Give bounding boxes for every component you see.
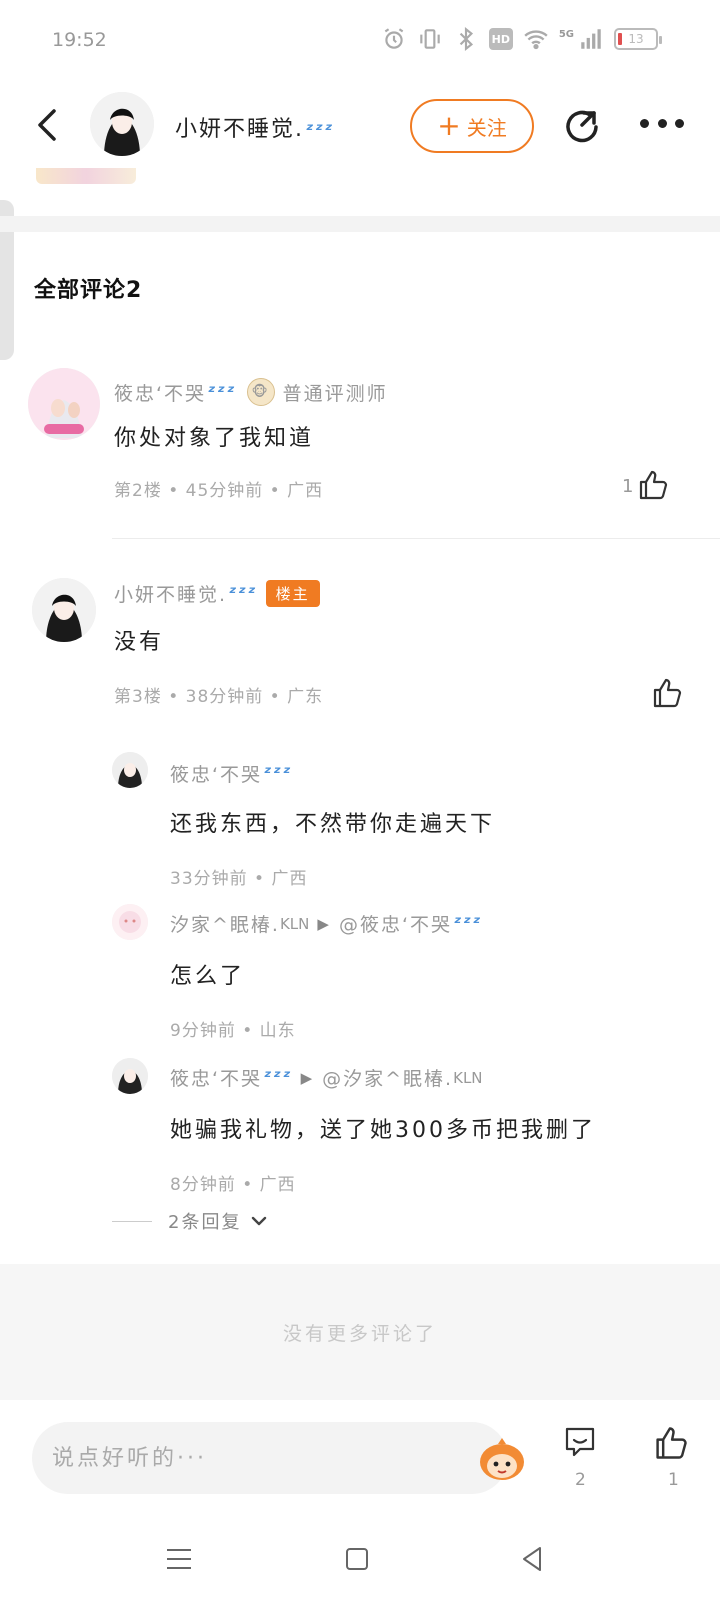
op-badge: 楼主 — [265, 580, 320, 607]
comment-input-bar: 2 1 — [0, 1400, 720, 1520]
thumbs-up-icon[interactable] — [636, 468, 670, 502]
back-arrow-icon[interactable] — [30, 105, 66, 145]
follow-button[interactable]: + 关注 — [410, 99, 534, 153]
reply-author[interactable]: 筱忠‘不哭 ᶻᶻᶻ ▶ @汐家^眠椿. KLN — [170, 1064, 483, 1091]
thumbs-up-icon[interactable] — [652, 1424, 690, 1462]
sleep-zzz-icon: ᶻᶻᶻ — [264, 1067, 293, 1088]
reply-target[interactable]: @筱忠‘不哭 — [339, 910, 452, 937]
comment-count: 2 — [575, 1470, 586, 1490]
status-icons: HD 5G 13 — [381, 26, 662, 52]
reply-avatar[interactable] — [112, 1058, 148, 1094]
hd-icon: HD — [488, 28, 513, 50]
reply-author[interactable]: 汐家^眠椿. KLN ▶ @筱忠‘不哭 ᶻᶻᶻ — [170, 910, 483, 937]
reply-avatar[interactable] — [112, 752, 148, 788]
emoji-mascot-icon[interactable] — [476, 1436, 528, 1482]
reply-meta: 33分钟前 • 广西 — [170, 869, 308, 889]
sleep-zzz-icon: ᶻᶻᶻ — [208, 381, 237, 403]
comment-text: 你处对象了我知道 — [114, 426, 315, 451]
reply-meta: 8分钟前 • 广西 — [170, 1175, 296, 1195]
battery-level: 13 — [628, 32, 644, 46]
status-bar: 19:52 HD 5G 13 — [0, 0, 720, 80]
network-type: 5G — [558, 28, 574, 40]
reply-text: 怎么了 — [170, 964, 246, 989]
reply-arrow-icon: ▶ — [317, 914, 331, 933]
reply-text: 还我东西，不然带你走遍天下 — [170, 812, 496, 837]
reply-avatar[interactable] — [112, 904, 148, 940]
comment-avatar[interactable] — [28, 368, 100, 440]
battery-indicator: 13 — [614, 28, 662, 50]
comment-bubble-icon[interactable] — [562, 1424, 598, 1460]
reply-meta: 9分钟前 • 山东 — [170, 1021, 296, 1041]
comments-section-title: 全部评论2 — [34, 278, 143, 303]
wifi-icon — [523, 26, 549, 52]
alarm-icon — [381, 26, 407, 52]
more-options-icon[interactable] — [640, 119, 684, 133]
menu-icon[interactable] — [162, 1542, 196, 1576]
comment-author[interactable]: 小妍不睡觉. ᶻᶻᶻ 楼主 — [114, 580, 320, 607]
comment-input[interactable] — [52, 1422, 432, 1494]
comment-author[interactable]: 筱忠‘不哭 ᶻᶻᶻ 🐵 普通评测师 — [114, 378, 388, 406]
author-avatar[interactable] — [90, 92, 154, 156]
bluetooth-icon — [453, 26, 479, 52]
status-time: 19:52 — [52, 29, 107, 51]
expand-replies-button[interactable]: 2条回复 — [112, 1208, 269, 1234]
author-name[interactable]: 小妍不睡觉. ᶻᶻᶻ — [175, 111, 335, 143]
toggle-line — [112, 1220, 152, 1222]
back-triangle-icon[interactable] — [516, 1542, 550, 1576]
plus-icon: + — [437, 109, 461, 142]
reviewer-badge: 🐵 普通评测师 — [246, 378, 388, 406]
sleep-zzz-icon: ᶻᶻᶻ — [264, 763, 293, 784]
comment-separator — [112, 538, 720, 539]
reply-target[interactable]: @汐家^眠椿. — [322, 1064, 453, 1091]
post-like-count: 1 — [668, 1470, 679, 1490]
reply-author[interactable]: 筱忠‘不哭 ᶻᶻᶻ — [170, 760, 293, 787]
chevron-down-icon — [252, 1216, 267, 1226]
signal-icon — [578, 26, 604, 52]
sleep-zzz-icon: ᶻᶻᶻ — [229, 583, 258, 604]
share-icon[interactable] — [562, 105, 604, 147]
reply-arrow-icon: ▶ — [300, 1068, 315, 1087]
post-image-peek — [36, 168, 136, 184]
sleep-zzz-icon: ᶻᶻᶻ — [306, 120, 335, 141]
comment-avatar[interactable] — [32, 578, 96, 642]
comment-meta: 第3楼 • 38分钟前 • 广东 — [114, 687, 324, 707]
post-header: 小妍不睡觉. ᶻᶻᶻ + 关注 — [0, 85, 720, 165]
reply-text: 她骗我礼物，送了她300多币把我删了 — [170, 1118, 596, 1143]
section-divider — [0, 216, 720, 232]
like-count: 1 — [622, 476, 634, 497]
no-more-comments: 没有更多评论了 — [0, 1264, 720, 1400]
comment-meta: 第2楼 • 45分钟前 • 广西 — [114, 481, 324, 501]
thumbs-up-icon[interactable] — [650, 676, 684, 710]
comment-text: 没有 — [114, 630, 165, 655]
vibrate-icon — [417, 26, 443, 52]
reviewer-badge-icon: 🐵 — [246, 378, 275, 406]
sleep-zzz-icon: ᶻᶻᶻ — [453, 913, 483, 934]
comment-input-box[interactable] — [32, 1422, 524, 1494]
system-nav-bar — [0, 1520, 720, 1604]
home-square-icon[interactable] — [340, 1542, 374, 1576]
